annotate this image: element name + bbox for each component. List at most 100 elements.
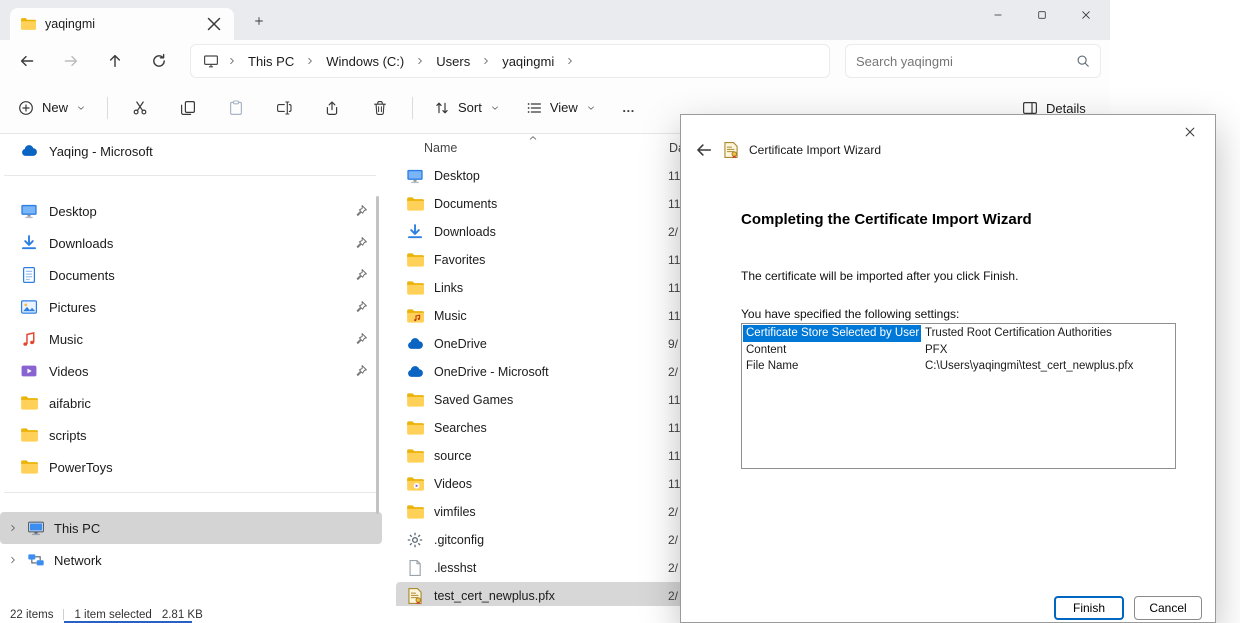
sidebar-item-powertoys[interactable]: PowerToys xyxy=(4,451,380,483)
sidebar-item-label: aifabric xyxy=(49,396,91,411)
sidebar-item-aifabric[interactable]: aifabric xyxy=(4,387,380,419)
setting-row-file-name[interactable]: File NameC:\Users\yaqingmi\test_cert_new… xyxy=(743,358,1174,375)
file-row-favorites[interactable]: Favorites11 xyxy=(396,246,682,274)
search-box[interactable] xyxy=(845,44,1101,78)
sidebar-item-documents[interactable]: Documents xyxy=(4,259,380,291)
settings-list[interactable]: Certificate Store Selected by UserTruste… xyxy=(741,323,1176,469)
file-row-vimfiles[interactable]: vimfiles2/ xyxy=(396,498,682,526)
search-input[interactable] xyxy=(856,54,1076,69)
sidebar-item-videos[interactable]: Videos xyxy=(4,355,380,387)
folder-icon xyxy=(406,391,424,409)
cut-button[interactable] xyxy=(119,91,161,125)
sidebar-item-this-pc[interactable]: This PC xyxy=(0,512,382,544)
column-header-name[interactable]: Name xyxy=(424,141,457,155)
window-controls xyxy=(976,0,1108,30)
more-button[interactable]: … xyxy=(612,91,646,125)
copy-icon xyxy=(180,100,196,116)
file-row-lesshst[interactable]: .lesshst2/ xyxy=(396,554,682,582)
file-row-test-cert-newplus-pfx[interactable]: test_cert_newplus.pfx 2/ xyxy=(396,582,682,606)
forward-button[interactable] xyxy=(54,44,88,78)
file-row-onedrive[interactable]: OneDrive9/ xyxy=(396,330,682,358)
new-button[interactable]: New xyxy=(8,91,96,125)
file-row-desktop[interactable]: Desktop 11 xyxy=(396,162,682,190)
close-icon xyxy=(1183,125,1197,139)
breadcrumb-chevron-icon xyxy=(415,56,425,66)
file-name: test_cert_newplus.pfx xyxy=(434,589,555,603)
minimize-button[interactable] xyxy=(976,0,1020,30)
scissors-icon xyxy=(132,100,148,116)
address-bar[interactable]: This PC Windows (C:) Users yaqingmi xyxy=(190,44,830,78)
file-row-gitconfig[interactable]: .gitconfig2/ xyxy=(396,526,682,554)
settings-caption: You have specified the following setting… xyxy=(741,307,959,321)
setting-row-content[interactable]: ContentPFX xyxy=(743,342,1174,359)
file-row-music[interactable]: Music11 xyxy=(396,302,682,330)
file-date: 11 xyxy=(668,477,680,491)
file-row-saved-games[interactable]: Saved Games11 xyxy=(396,386,682,414)
sidebar-item-scripts[interactable]: scripts xyxy=(4,419,380,451)
cancel-button[interactable]: Cancel xyxy=(1134,596,1202,620)
certificate-import-wizard-dialog: Certificate Import Wizard Completing the… xyxy=(680,114,1216,623)
sidebar-scrollbar[interactable] xyxy=(376,196,379,514)
up-icon xyxy=(107,53,123,69)
sidebar-item-network[interactable]: Network xyxy=(0,544,382,576)
sidebar-item-desktop[interactable]: Desktop xyxy=(4,195,380,227)
breadcrumb-item-this-pc[interactable]: This PC xyxy=(245,52,297,71)
dialog-header: Certificate Import Wizard xyxy=(695,141,881,159)
pin-icon xyxy=(354,300,368,314)
file-row-downloads[interactable]: Downloads2/ xyxy=(396,218,682,246)
rename-button[interactable] xyxy=(263,91,305,125)
setting-row-certificate-store-selected-by-user[interactable]: Certificate Store Selected by UserTruste… xyxy=(743,325,1174,342)
breadcrumb-item-yaqingmi[interactable]: yaqingmi xyxy=(499,52,557,71)
folder-icon xyxy=(20,394,38,412)
maximize-button[interactable] xyxy=(1020,0,1064,30)
view-button[interactable]: View xyxy=(516,91,606,125)
file-date: 11 xyxy=(668,169,680,183)
selection-size: 2.81 KB xyxy=(162,609,203,621)
file-name: Desktop xyxy=(434,169,480,183)
setting-value: PFX xyxy=(921,342,951,359)
up-button[interactable] xyxy=(98,44,132,78)
file-list-header: Name Da xyxy=(396,134,688,162)
breadcrumb-item-windows-c[interactable]: Windows (C:) xyxy=(323,52,407,71)
sort-button[interactable]: Sort xyxy=(424,91,510,125)
music-folder-icon xyxy=(406,307,424,325)
explorer-tab[interactable]: yaqingmi xyxy=(10,8,234,40)
sidebar-item-yaqing-microsoft[interactable]: Yaqing - Microsoft xyxy=(4,136,380,166)
finish-button[interactable]: Finish xyxy=(1054,596,1124,620)
dialog-back-icon[interactable] xyxy=(695,141,713,159)
breadcrumb-item-users[interactable]: Users xyxy=(433,52,473,71)
sidebar-item-label: Desktop xyxy=(49,204,97,219)
file-row-links[interactable]: Links11 xyxy=(396,274,682,302)
back-button[interactable] xyxy=(10,44,44,78)
sidebar-item-downloads[interactable]: Downloads xyxy=(4,227,380,259)
file-date: 2/ xyxy=(668,589,678,603)
sidebar-item-label: Music xyxy=(49,332,83,347)
file-row-videos[interactable]: Videos11 xyxy=(396,470,682,498)
new-tab-button[interactable] xyxy=(248,10,270,32)
gear-icon xyxy=(406,531,424,549)
file-row-documents[interactable]: Documents11 xyxy=(396,190,682,218)
file-rows: Desktop 11 Documents11Downloads2/Favorites… xyxy=(396,162,688,606)
new-label: New xyxy=(42,100,68,115)
tab-bar: yaqingmi xyxy=(0,0,1110,40)
file-name: Music xyxy=(434,309,467,323)
share-button[interactable] xyxy=(311,91,353,125)
sidebar-item-music[interactable]: Music xyxy=(4,323,380,355)
file-list: Name Da Desktop 11 Documents11Downloads2/F… xyxy=(396,134,688,606)
copy-button[interactable] xyxy=(167,91,209,125)
sidebar-item-pictures[interactable]: Pictures xyxy=(4,291,380,323)
paste-button[interactable] xyxy=(215,91,257,125)
close-button[interactable] xyxy=(1064,0,1108,30)
pin-icon xyxy=(354,364,368,378)
tab-close-icon[interactable] xyxy=(204,14,224,34)
file-row-source[interactable]: source11 xyxy=(396,442,682,470)
file-date: 9/ xyxy=(668,337,678,351)
setting-key: Content xyxy=(743,342,921,359)
file-row-searches[interactable]: Searches11 xyxy=(396,414,682,442)
dialog-close-button[interactable] xyxy=(1173,120,1207,144)
refresh-button[interactable] xyxy=(142,44,176,78)
file-row-onedrive-microsoft[interactable]: OneDrive - Microsoft2/ xyxy=(396,358,682,386)
file-name: Favorites xyxy=(434,253,485,267)
delete-button[interactable] xyxy=(359,91,401,125)
sidebar-item-label: Network xyxy=(54,553,102,568)
